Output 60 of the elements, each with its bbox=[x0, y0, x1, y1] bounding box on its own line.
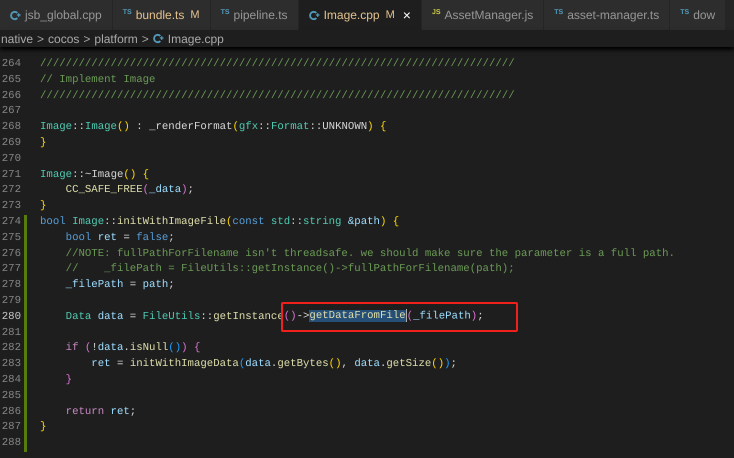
line-number: 275 bbox=[0, 230, 21, 246]
line-number: 286 bbox=[0, 404, 21, 420]
cpp-file-icon bbox=[10, 10, 21, 20]
line-number: 267 bbox=[0, 104, 21, 120]
line-number: 266 bbox=[0, 88, 21, 104]
line-number: 265 bbox=[0, 72, 21, 88]
line-number: 278 bbox=[0, 278, 21, 294]
chevron-icon: > bbox=[37, 32, 44, 46]
line-number: 270 bbox=[0, 152, 21, 167]
code-line: //NOTE: fullPathForFilename isn't threadsafe. we should make sure the parameter is a full path. bbox=[64, 246, 675, 262]
line-number: 288 bbox=[0, 436, 21, 452]
modified-indicator: M bbox=[386, 9, 395, 21]
line-number: 282 bbox=[0, 341, 21, 356]
code-line: } bbox=[40, 420, 46, 436]
line-number: 284 bbox=[0, 372, 21, 388]
code-line: bool ret = false; bbox=[64, 230, 175, 246]
line-number: 269 bbox=[0, 136, 21, 151]
line-number: 283 bbox=[0, 357, 21, 372]
code-line: bool Image::initWithImageFile(const std::string &path) { bbox=[40, 214, 400, 230]
line-number: 272 bbox=[0, 183, 21, 198]
close-icon[interactable]: × bbox=[402, 7, 411, 23]
breadcrumb-item[interactable]: cocos bbox=[48, 32, 80, 46]
code-line: } bbox=[40, 199, 46, 214]
code-line: // Implement Image bbox=[40, 72, 156, 88]
code-line: ////////////////////////////////////////////////////////////////////////// bbox=[40, 88, 515, 104]
chevron-icon: > bbox=[83, 32, 90, 46]
code-line: } bbox=[40, 136, 46, 151]
code-line: Image::Image() : _renderFormat(gfx::Format::UNKNOWN) { bbox=[40, 120, 386, 136]
code-line: if (!data.isNull()) { bbox=[64, 341, 200, 356]
line-number: 274 bbox=[0, 214, 21, 230]
code-line: ////////////////////////////////////////////////////////////////////////// bbox=[40, 57, 515, 72]
code-line: // _filePath = FileUtils::getInstance()->fullPathForFilename(path); bbox=[64, 262, 515, 278]
breadcrumb-item[interactable]: Image.cpp bbox=[168, 32, 224, 46]
code-text: ()->getDataFromFile(_filePath); bbox=[284, 308, 484, 324]
code-line: ret = initWithImageData(data.getBytes(), data.getSize()); bbox=[90, 357, 457, 372]
line-number: 285 bbox=[0, 388, 21, 404]
line-number: 280 bbox=[0, 310, 21, 325]
line-number: 277 bbox=[0, 262, 21, 278]
code-line: Image::~Image() { bbox=[40, 168, 150, 183]
editor-tab[interactable]: Image.cpp M × bbox=[298, 0, 422, 30]
code-line: _filePath = path; bbox=[64, 278, 175, 294]
breadcrumb-item[interactable]: native bbox=[1, 32, 34, 46]
editor-tab[interactable]: jsb_global.cpp bbox=[0, 0, 113, 30]
modified-indicator: M bbox=[190, 9, 200, 21]
line-number: 276 bbox=[0, 246, 21, 262]
line-number: 281 bbox=[0, 326, 21, 341]
line-number: 273 bbox=[0, 199, 21, 214]
code-line: Data data = FileUtils::getInstance bbox=[64, 310, 284, 325]
line-number: 287 bbox=[0, 420, 21, 436]
code-line: } bbox=[64, 372, 72, 388]
breadcrumb-item[interactable]: platform bbox=[94, 32, 138, 46]
cpp-file-icon bbox=[152, 33, 164, 44]
chevron-icon: > bbox=[142, 32, 149, 46]
code-line: return ret; bbox=[64, 404, 136, 420]
cpp-file-icon bbox=[308, 10, 320, 20]
line-number: 268 bbox=[0, 120, 21, 136]
line-number: 279 bbox=[0, 294, 21, 309]
code-line: CC_SAFE_FREE(_data); bbox=[64, 183, 194, 198]
line-number: 271 bbox=[0, 168, 21, 183]
line-number: 264 bbox=[0, 57, 21, 72]
